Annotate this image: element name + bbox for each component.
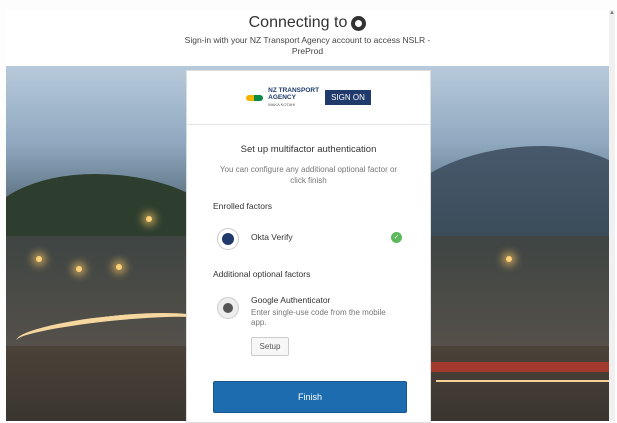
page-subtitle: Sign-in with your NZ Transport Agency ac… <box>184 35 431 56</box>
browser-frame: Connecting to Sign-in with your NZ Trans… <box>0 0 617 423</box>
mfa-description: You can configure any additional optiona… <box>219 165 398 185</box>
road-light-trail-yellow <box>436 380 609 382</box>
street-light <box>146 216 152 222</box>
google-authenticator-description: Enter single-use code from the mobile ap… <box>251 308 386 327</box>
mfa-heading: Set up multifactor authentication <box>240 144 377 155</box>
street-light <box>116 264 122 270</box>
street-light <box>76 266 82 272</box>
nzta-logo-icon <box>246 93 264 103</box>
mfa-card: NZ TRANSPORT AGENCY WAKA KOTAHI SIGN ON … <box>186 70 431 423</box>
logo-text: NZ TRANSPORT AGENCY WAKA KOTAHI <box>268 87 320 107</box>
okta-verify-label: Okta Verify <box>251 232 293 242</box>
street-light <box>506 256 512 262</box>
google-authenticator-label: Google Authenticator <box>251 295 331 305</box>
connect-header: Connecting to Sign-in with your NZ Trans… <box>6 10 609 66</box>
road-light-trail-red <box>426 362 609 372</box>
scrollbar[interactable] <box>609 10 615 421</box>
optional-factors-title: Additional optional factors <box>213 269 311 279</box>
finish-button[interactable]: Finish <box>213 381 407 413</box>
setup-button[interactable]: Setup <box>251 337 289 356</box>
page-title: Connecting to <box>6 14 609 32</box>
app-gear-icon <box>351 15 367 31</box>
sign-on-badge: SIGN ON <box>325 90 371 105</box>
check-icon: ✓ <box>391 232 402 243</box>
street-light <box>36 256 42 262</box>
google-authenticator-icon <box>217 297 239 319</box>
okta-verify-icon <box>217 228 239 250</box>
brand-logo: NZ TRANSPORT AGENCY WAKA KOTAHI SIGN ON <box>187 71 430 125</box>
enrolled-factors-title: Enrolled factors <box>213 201 273 211</box>
